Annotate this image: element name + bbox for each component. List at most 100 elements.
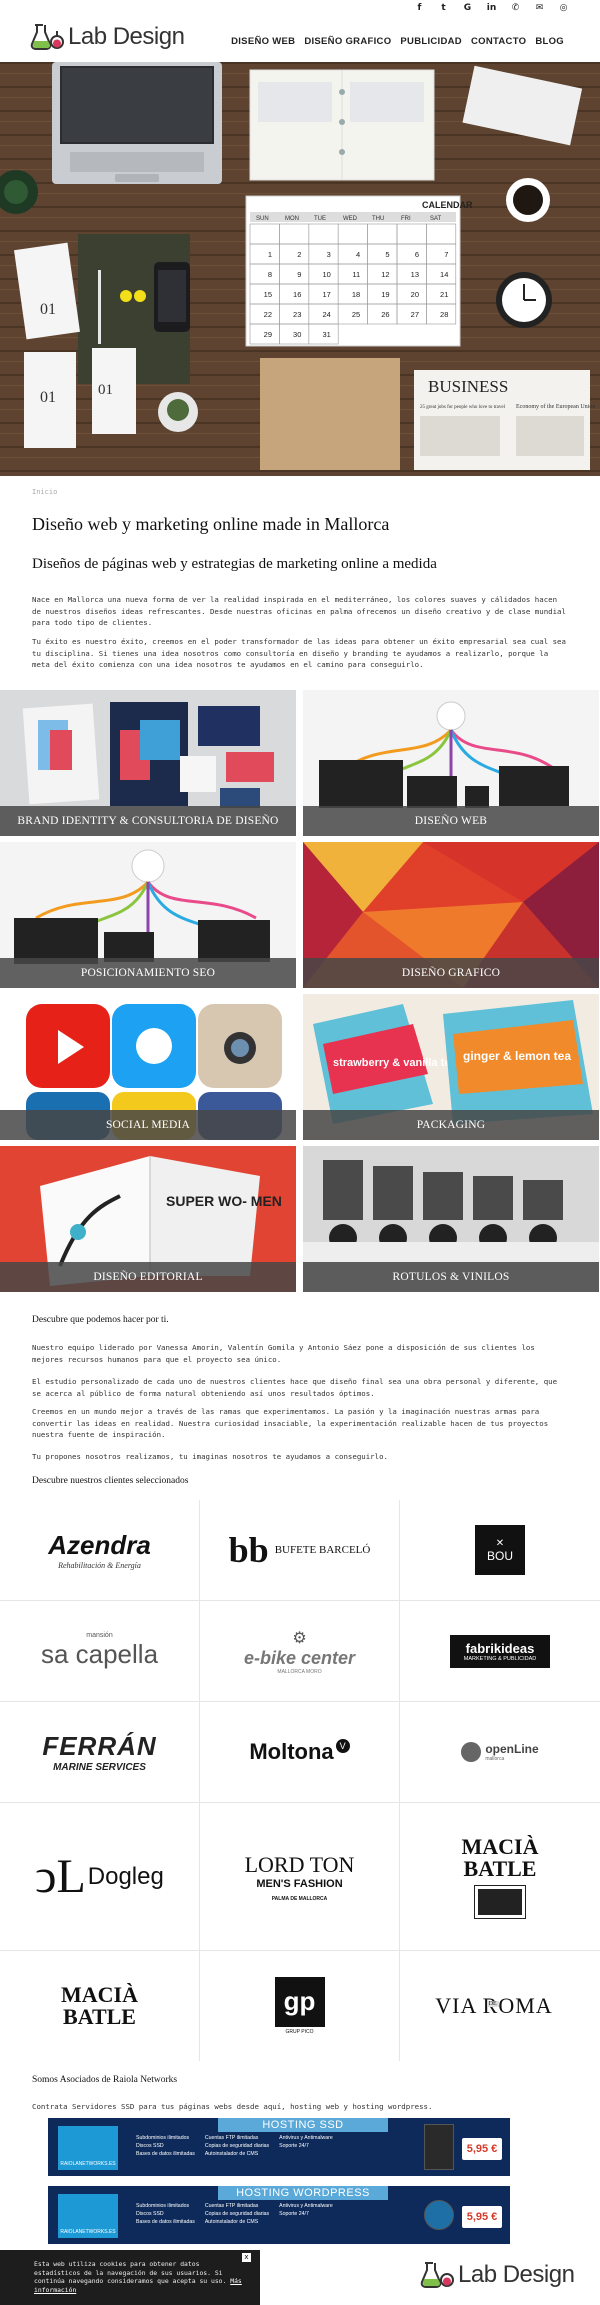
hosting-ssd-banner[interactable]: HOSTING SSD RAIOLANETWORKS.ES Subdominio… [48,2118,510,2176]
client-fabrikideas[interactable]: fabrikideas MARKETING & PUBLICIDAD [400,1601,600,1702]
badge-text: RAIOLANETWORKS.ES [60,2161,116,2167]
service-caption: ROTULOS & VINILOS [303,1262,599,1292]
feature: Copias de seguridad diarias [204,2211,270,2217]
dogleg-monogram-icon: ↄL [35,1850,86,1903]
notebook-number-2: 01 [40,389,56,406]
service-tile-diseno-grafico[interactable]: DISEÑO GRAFICO [303,842,599,988]
cookie-text: Esta web utiliza cookies para obtener da… [34,2260,244,2294]
client-grup-pico[interactable]: gp GRUP PICO [200,1951,400,2061]
packaging-text-1: strawberry & vanilla tea [333,1057,457,1069]
client-name: BOU [486,1548,513,1563]
nav-diseno-web[interactable]: DISEÑO WEB [231,36,295,47]
bike-icon: ⚙ [292,1629,307,1647]
calendar-day: 20 [411,290,419,299]
calendar-weekday: TUE [314,216,326,222]
calendar-weekday: WED [343,216,358,222]
feature: Discos SSD [136,2211,164,2217]
nav-contacto[interactable]: CONTACTO [471,36,526,47]
clients-heading: Descubre nuestros clientes seleccionados [32,1476,189,1486]
service-tile-brand-identity[interactable]: BRAND IDENTITY & CONSULTORIA DE DISEÑO [0,690,296,836]
openline-globe-icon [461,1742,482,1762]
footer-logo[interactable]: Lab Design [420,2260,575,2290]
client-moltona[interactable]: Moltona V [200,1702,400,1803]
site-logo[interactable]: Lab Design [30,22,185,52]
phone-icon[interactable]: ✆ [509,1,522,14]
hero-image: CALENDAR SUN MON TUE WED THU FRI SAT 123456789… [0,62,600,476]
facebook-icon[interactable]: f [413,1,426,14]
email-icon[interactable]: ✉ [533,1,546,14]
service-tile-packaging[interactable]: strawberry & vanilla tea ginger & lemon … [303,994,599,1140]
client-tag: MALLORCA MORO [277,1668,322,1675]
client-ebike-center[interactable]: ⚙ e-bike center MALLORCA MORO [200,1601,400,1702]
client-via-roma[interactable]: VIA ROMA DE [400,1951,600,2061]
client-name: e-bike center [243,1647,356,1668]
planner-illustration [249,69,435,181]
client-azendra[interactable]: Azendra Rehabilitación & Energía [0,1500,200,1601]
service-tile-seo[interactable]: POSICIONAMIENTO SEO [0,842,296,988]
calendar-weekday: THU [372,216,384,222]
google-icon[interactable]: G [461,1,474,14]
clients-grid: Azendra Rehabilitación & Energía bb BUFE… [0,1500,600,2061]
about-paragraph-4: Tu propones nosotros realizamos, tu imag… [32,1452,388,1461]
calendar-day: 8 [268,270,272,279]
client-name: MACIÀ BATLE [61,1982,138,2029]
service-tile-diseno-web[interactable]: DISEÑO WEB [303,690,599,836]
feature: Soporte 24/7 [279,2211,309,2217]
feature: Antivirus y Antimalware [279,2203,333,2209]
instagram-icon[interactable]: ◎ [557,1,570,14]
client-tag: GRUP PICO [285,2029,314,2035]
hosting-title: HOSTING WORDPRESS [218,2186,388,2200]
calendar-title: CALENDAR [422,200,473,210]
feature: Autoinstalador de CMS [204,2151,259,2157]
flask-logo-icon [420,2262,454,2288]
client-ferran[interactable]: FERRÁN MARINE SERVICES [0,1702,200,1803]
notebook-number-3: 01 [98,382,113,398]
badge-text: RAIOLANETWORKS.ES [60,2229,116,2235]
newspaper-illustration: BUSINESS 25 great jobs for people who lo… [414,370,595,470]
newspaper-headline-1: 25 great jobs for people who love to tra… [420,405,506,410]
footer-strip [0,2298,260,2305]
hosting-title: HOSTING SSD [218,2118,388,2132]
calendar-day: 1 [268,250,272,259]
notebook-number-1: 01 [40,301,56,318]
nav-blog[interactable]: BLOG [535,36,564,47]
service-tile-social-media[interactable]: SOCIAL MEDIA [0,994,296,1140]
calendar-day: 30 [293,330,301,339]
hosting-price: 5,95 € [462,2138,502,2160]
hosting-price: 5,95 € [462,2206,502,2228]
client-sa-capella[interactable]: mansión sa capella [0,1601,200,1702]
raiola-badge: RAIOLANETWORKS.ES [58,2194,118,2238]
client-macia-batle-1[interactable]: MACIÀ BATLE [400,1803,600,1951]
service-caption: DISEÑO WEB [303,806,599,836]
client-macia-batle-2[interactable]: MACIÀ BATLE [0,1951,200,2061]
client-tag: mansión [86,1632,113,1639]
feature: Subdominios ilimitados [136,2203,190,2209]
service-tile-rotulos[interactable]: ROTULOS & VINILOS [303,1146,599,1292]
cookie-close-button[interactable]: x [242,2253,251,2262]
feature: Autoinstalador de CMS [204,2219,259,2225]
client-dogleg[interactable]: ↄL Dogleg [0,1803,200,1951]
calendar-day: 12 [381,270,389,279]
service-tile-diseno-editorial[interactable]: SUPER WO- MEN DISEÑO EDITORIAL [0,1146,296,1292]
twitter-icon[interactable]: t [437,1,450,14]
client-openline[interactable]: openLine mallorca [400,1702,600,1803]
logo-text: Lab Design [458,2261,575,2288]
social-links: f t Gin ✆ ✉ ◎ [413,1,570,14]
about-paragraph-3: Creemos en un mundo mejor a través de la… [32,1407,549,1440]
nav-diseno-grafico[interactable]: DISEÑO GRAFICO [304,36,391,47]
intro-paragraph-2: Tu éxito es nuestro éxito, creemos en el… [32,637,566,670]
client-name: openLine [485,1742,539,1756]
calendar-weekday: MON [285,216,299,222]
calendar-day: 17 [322,290,330,299]
feature: Bases de datos ilimitadas [136,2219,195,2225]
hosting-wordpress-banner[interactable]: HOSTING WORDPRESS RAIOLANETWORKS.ES Subd… [48,2186,510,2244]
feature: Cuentas FTP ilimitadas [204,2203,259,2209]
client-tag: MARINE SERVICES [53,1762,146,1773]
client-bufete-barcelo[interactable]: bb BUFETE BARCELÓ [200,1500,400,1601]
nav-publicidad[interactable]: PUBLICIDAD [400,36,462,47]
wordpress-icon [424,2200,454,2230]
client-bou[interactable]: ✕ BOU [400,1500,600,1601]
linkedin-icon[interactable]: in [485,1,498,14]
client-lord-ton[interactable]: LORD TON MEN'S FASHION PALMA DE MALLORCA [200,1803,400,1951]
breadcrumb[interactable]: Inicio [32,488,57,496]
